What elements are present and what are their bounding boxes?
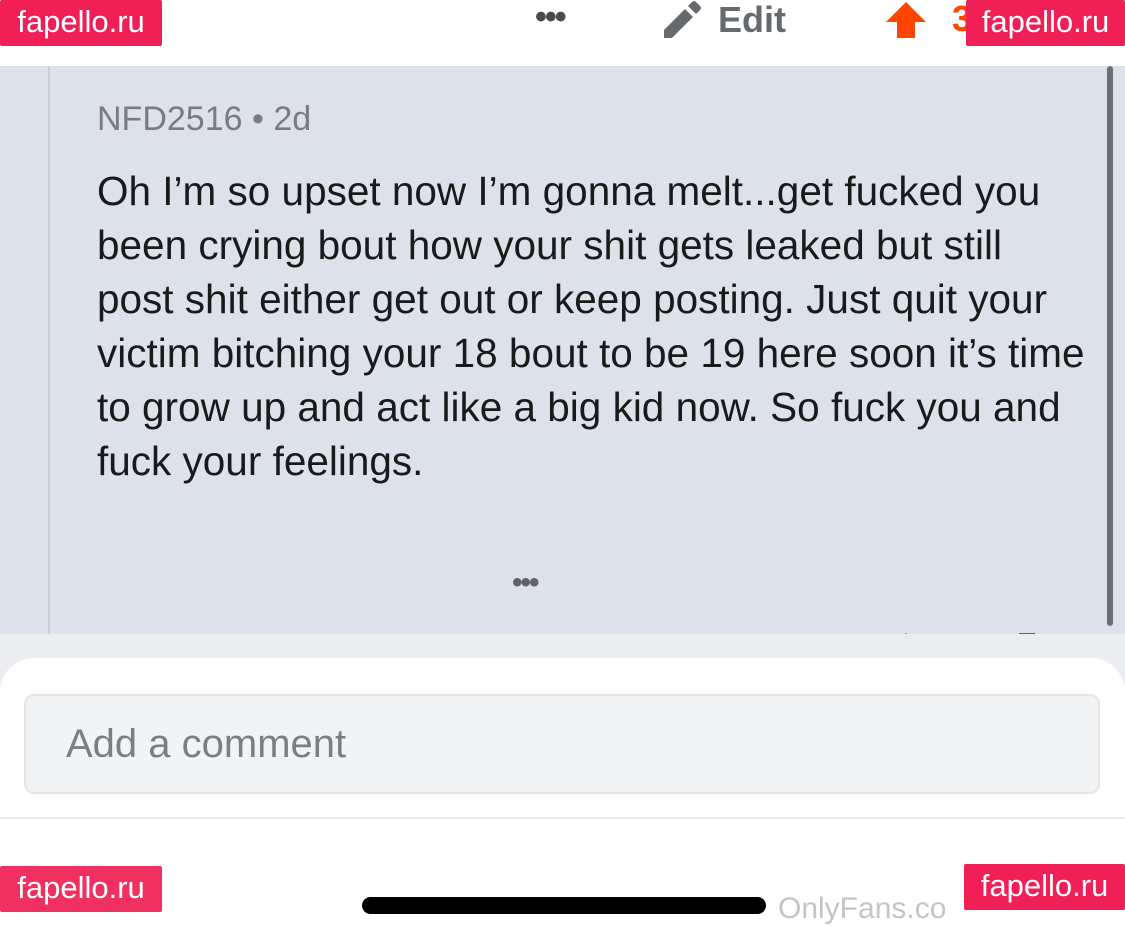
comment-age: 2d [273, 100, 312, 138]
meta-separator: • [251, 100, 264, 138]
comment-body: Oh I’m so upset now I’m gonna melt...get… [97, 168, 1085, 484]
add-comment-placeholder: Add a comment [66, 722, 347, 766]
site-watermark-text: OnlyFans.co [778, 892, 947, 925]
edit-button[interactable]: Edit [660, 0, 786, 40]
post-more-options-button[interactable]: ••• [535, 0, 575, 38]
add-comment-input[interactable]: Add a comment [24, 694, 1100, 794]
pencil-icon [664, 1, 701, 38]
watermark-badge: fapello.ru [966, 0, 1125, 46]
comment-meta: NFD2516 • 2d [97, 100, 311, 139]
edit-label: Edit [718, 0, 786, 40]
comment-username[interactable]: NFD2516 [97, 100, 243, 138]
watermark-badge: fapello.ru [964, 864, 1125, 910]
upvote-arrow-icon[interactable] [884, 0, 928, 40]
post-action-bar: ••• Edit 3 [0, 0, 1125, 66]
comment-more-options-button[interactable]: ••• [512, 568, 539, 598]
watermark-badge: fapello.ru [0, 0, 162, 46]
scrollbar[interactable] [1107, 66, 1113, 626]
comment-card: NFD2516 • 2d Oh I’m so upset now I’m gon… [0, 66, 1125, 673]
divider [0, 817, 1125, 819]
home-indicator[interactable] [362, 897, 766, 914]
watermark-badge: fapello.ru [0, 866, 162, 912]
thread-line[interactable] [48, 66, 50, 634]
comment-composer: Add a comment OnlyFans.co [0, 658, 1125, 925]
comment-composer-sheet: Add a comment OnlyFans.co [0, 634, 1125, 925]
